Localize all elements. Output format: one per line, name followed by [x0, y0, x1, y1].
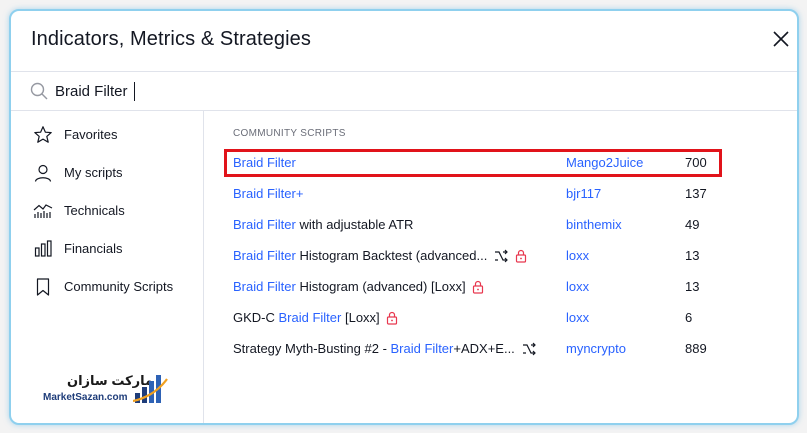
logo-bars-icon: [133, 375, 168, 403]
indicators-dialog: Indicators, Metrics & Strategies Favorit…: [9, 9, 799, 425]
script-author[interactable]: binthemix: [566, 217, 622, 232]
result-row[interactable]: Braid Filter with adjustable ATR binthem…: [224, 211, 722, 239]
script-author[interactable]: loxx: [566, 310, 589, 325]
lock-icon: [515, 249, 527, 266]
script-name[interactable]: Braid Filter Histogram (advanced) [Loxx]: [233, 279, 484, 297]
lock-icon: [386, 311, 398, 328]
bar-chart-icon: [33, 239, 53, 259]
script-author[interactable]: myncrypto: [566, 341, 626, 356]
user-icon: [33, 163, 53, 183]
result-row[interactable]: Strategy Myth-Busting #2 - Braid Filter+…: [224, 335, 722, 363]
lock-icon: [472, 280, 484, 297]
script-author[interactable]: loxx: [566, 248, 589, 263]
script-name[interactable]: Strategy Myth-Busting #2 - Braid Filter+…: [233, 341, 537, 359]
sidebar: Favorites My scripts Technicals Financia…: [11, 111, 204, 423]
script-likes: 700: [685, 155, 707, 170]
script-author[interactable]: loxx: [566, 279, 589, 294]
script-likes: 889: [685, 341, 707, 356]
star-icon: [33, 125, 53, 145]
script-name[interactable]: Braid Filter: [233, 155, 296, 170]
sidebar-item-technicals[interactable]: Technicals: [11, 193, 203, 229]
script-name[interactable]: Braid Filter Histogram Backtest (advance…: [233, 248, 527, 266]
bookmark-icon: [33, 277, 53, 297]
text-caret: [134, 82, 135, 101]
dialog-title: Indicators, Metrics & Strategies: [31, 28, 311, 50]
dialog-header: Indicators, Metrics & Strategies: [11, 11, 797, 72]
sidebar-item-community-scripts[interactable]: Community Scripts: [11, 269, 203, 305]
script-author[interactable]: Mango2Juice: [566, 155, 643, 170]
script-likes: 13: [685, 248, 700, 263]
sidebar-item-financials[interactable]: Financials: [11, 231, 203, 267]
script-likes: 49: [685, 217, 700, 232]
sidebar-item-favorites[interactable]: Favorites: [11, 117, 203, 153]
strategy-icon: [493, 249, 509, 266]
script-name[interactable]: Braid Filter with adjustable ATR: [233, 217, 413, 232]
watermark-text-en: MarketSazan.com: [43, 392, 128, 403]
close-icon[interactable]: [769, 27, 793, 51]
result-row[interactable]: Braid Filter+ bjr117 137: [224, 180, 722, 208]
script-name[interactable]: Braid Filter+: [233, 186, 303, 201]
results-panel: COMMUNITY SCRIPTS Braid Filter Mango2Jui…: [204, 111, 797, 423]
result-row[interactable]: Braid Filter Histogram (advanced) [Loxx]…: [224, 273, 722, 301]
script-likes: 137: [685, 186, 707, 201]
sidebar-item-label: My scripts: [64, 165, 123, 180]
search-input[interactable]: [55, 79, 455, 103]
script-likes: 13: [685, 279, 700, 294]
technicals-icon: [33, 201, 53, 221]
sidebar-item-label: Favorites: [64, 127, 118, 142]
strategy-icon: [521, 342, 537, 359]
section-label: COMMUNITY SCRIPTS: [233, 128, 346, 139]
result-row[interactable]: Braid Filter Histogram Backtest (advance…: [224, 242, 722, 270]
sidebar-item-label: Community Scripts: [64, 279, 174, 294]
script-name[interactable]: GKD-C Braid Filter [Loxx]: [233, 310, 398, 328]
search-icon: [29, 81, 49, 101]
search-bar: [11, 72, 797, 111]
sidebar-item-my-scripts[interactable]: My scripts: [11, 155, 203, 191]
result-row[interactable]: GKD-C Braid Filter [Loxx] loxx 6: [224, 304, 722, 332]
result-row[interactable]: Braid Filter Mango2Juice 700: [224, 149, 722, 177]
script-likes: 6: [685, 310, 693, 325]
sidebar-item-label: Financials: [64, 241, 123, 256]
script-author[interactable]: bjr117: [566, 186, 601, 201]
watermark-logo: مارکت سازان MarketSazan.com: [37, 373, 177, 407]
sidebar-item-label: Technicals: [64, 203, 125, 218]
